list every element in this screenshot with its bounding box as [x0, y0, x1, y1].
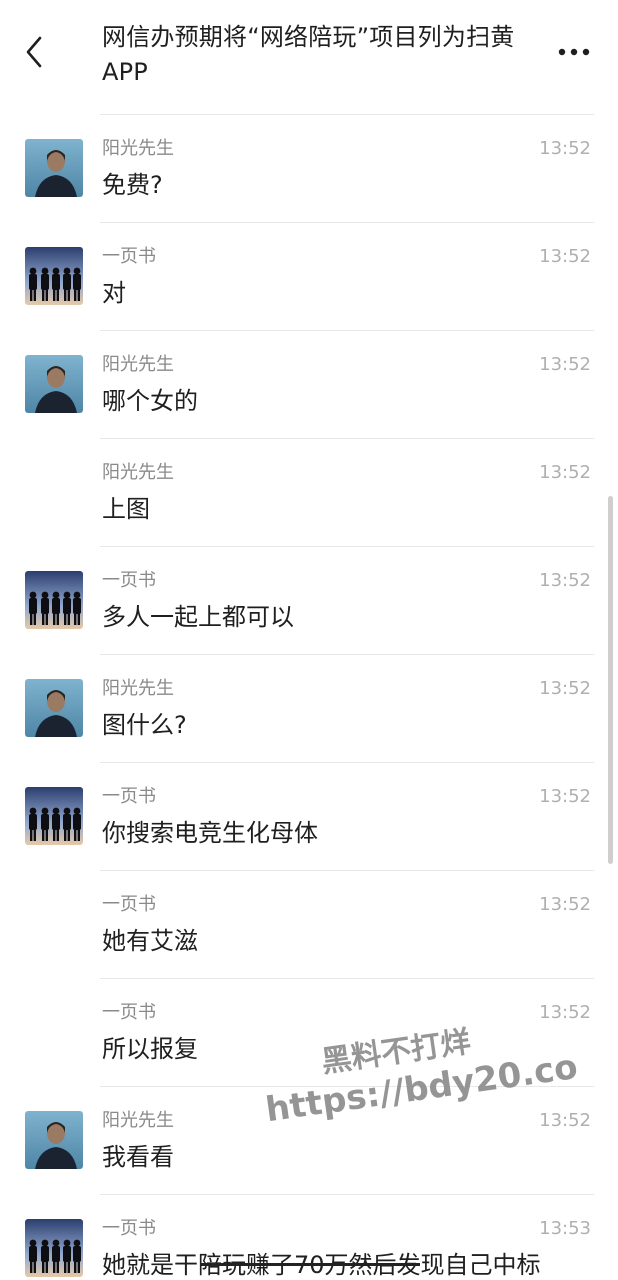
- message-content: 多人一起上都可以: [102, 603, 294, 631]
- sender-name: 一页书: [102, 1218, 156, 1239]
- message-content: 图什么?: [102, 711, 187, 739]
- message-content: 免费?: [102, 171, 163, 199]
- message-content: 哪个女的: [102, 387, 198, 415]
- group-silhouette-avatar-icon: [25, 787, 83, 845]
- chat-history-screen: 网信办预期将“网络陪玩”项目列为扫黄APP 阳光先生 13:52 免费? 一页书 13:…: [0, 0, 618, 1280]
- avatar[interactable]: [25, 355, 83, 413]
- group-silhouette-avatar-icon: [25, 571, 83, 629]
- back-button[interactable]: [18, 34, 52, 70]
- sender-name: 阳光先生: [102, 138, 174, 159]
- sender-name: 一页书: [102, 570, 156, 591]
- avatar[interactable]: [25, 139, 83, 197]
- man-portrait-avatar-icon: [25, 139, 83, 197]
- man-portrait-avatar-icon: [25, 679, 83, 737]
- message-content: 她有艾滋: [102, 927, 198, 955]
- sender-name: 阳光先生: [102, 678, 174, 699]
- message-item[interactable]: 阳光先生 13:52 免费?: [0, 115, 618, 223]
- message-item[interactable]: 阳光先生 13:52 我看看: [0, 1087, 618, 1195]
- avatar[interactable]: [25, 1219, 83, 1277]
- message-item[interactable]: 一页书 13:52 你搜索电竞生化母体: [0, 763, 618, 871]
- avatar[interactable]: [25, 247, 83, 305]
- message-time: 13:52: [539, 246, 591, 267]
- avatar[interactable]: [25, 679, 83, 737]
- avatar[interactable]: [25, 787, 83, 845]
- sender-name: 阳光先生: [102, 462, 174, 483]
- message-item[interactable]: 阳光先生 13:52 哪个女的: [0, 331, 618, 439]
- message-content: 上图: [102, 495, 150, 523]
- message-time: 13:52: [539, 354, 591, 375]
- message-time: 13:52: [539, 462, 591, 483]
- message-item[interactable]: 一页书 13:52 所以报复: [0, 979, 618, 1087]
- sender-name: 一页书: [102, 246, 156, 267]
- more-button[interactable]: [556, 38, 592, 64]
- header-bar: 网信办预期将“网络陪玩”项目列为扫黄APP: [0, 0, 618, 114]
- message-time: 13:52: [539, 570, 591, 591]
- message-content: 对: [102, 279, 126, 307]
- message-item[interactable]: 阳光先生 13:52 上图: [0, 439, 618, 547]
- message-item[interactable]: 一页书 13:52 多人一起上都可以: [0, 547, 618, 655]
- man-portrait-avatar-icon: [25, 1111, 83, 1169]
- sender-name: 一页书: [102, 894, 156, 915]
- message-time: 13:52: [539, 1110, 591, 1131]
- avatar[interactable]: [25, 571, 83, 629]
- message-time: 13:52: [539, 1002, 591, 1023]
- message-time: 13:52: [539, 678, 591, 699]
- scrollbar[interactable]: [608, 496, 613, 864]
- sender-name: 阳光先生: [102, 354, 174, 375]
- message-content: 所以报复: [102, 1035, 198, 1063]
- more-horizontal-icon: [558, 48, 590, 56]
- message-time: 13:52: [539, 138, 591, 159]
- message-time: 13:52: [539, 786, 591, 807]
- man-portrait-avatar-icon: [25, 355, 83, 413]
- sender-name: 一页书: [102, 1002, 156, 1023]
- strike-mark: [200, 1263, 420, 1266]
- message-content: 我看看: [102, 1143, 174, 1171]
- message-item[interactable]: 阳光先生 13:52 图什么?: [0, 655, 618, 763]
- avatar[interactable]: [25, 1111, 83, 1169]
- sender-name: 一页书: [102, 786, 156, 807]
- group-silhouette-avatar-icon: [25, 1219, 83, 1277]
- sender-name: 阳光先生: [102, 1110, 174, 1131]
- message-time: 13:52: [539, 894, 591, 915]
- message-item[interactable]: 一页书 13:52 她有艾滋: [0, 871, 618, 979]
- message-time: 13:53: [539, 1218, 591, 1239]
- chevron-left-icon: [26, 36, 42, 68]
- message-content: 你搜索电竞生化母体: [102, 819, 318, 847]
- message-item[interactable]: 一页书 13:52 对: [0, 223, 618, 331]
- group-silhouette-avatar-icon: [25, 247, 83, 305]
- page-title: 网信办预期将“网络陪玩”项目列为扫黄APP: [102, 23, 515, 86]
- message-item[interactable]: 一页书 13:53 她就是干陪玩赚了70万然后发现自己中标: [0, 1195, 618, 1280]
- message-list[interactable]: 阳光先生 13:52 免费? 一页书 13:52 对阳光先生 13:52 哪个女的 阳光先生 13…: [0, 115, 618, 1280]
